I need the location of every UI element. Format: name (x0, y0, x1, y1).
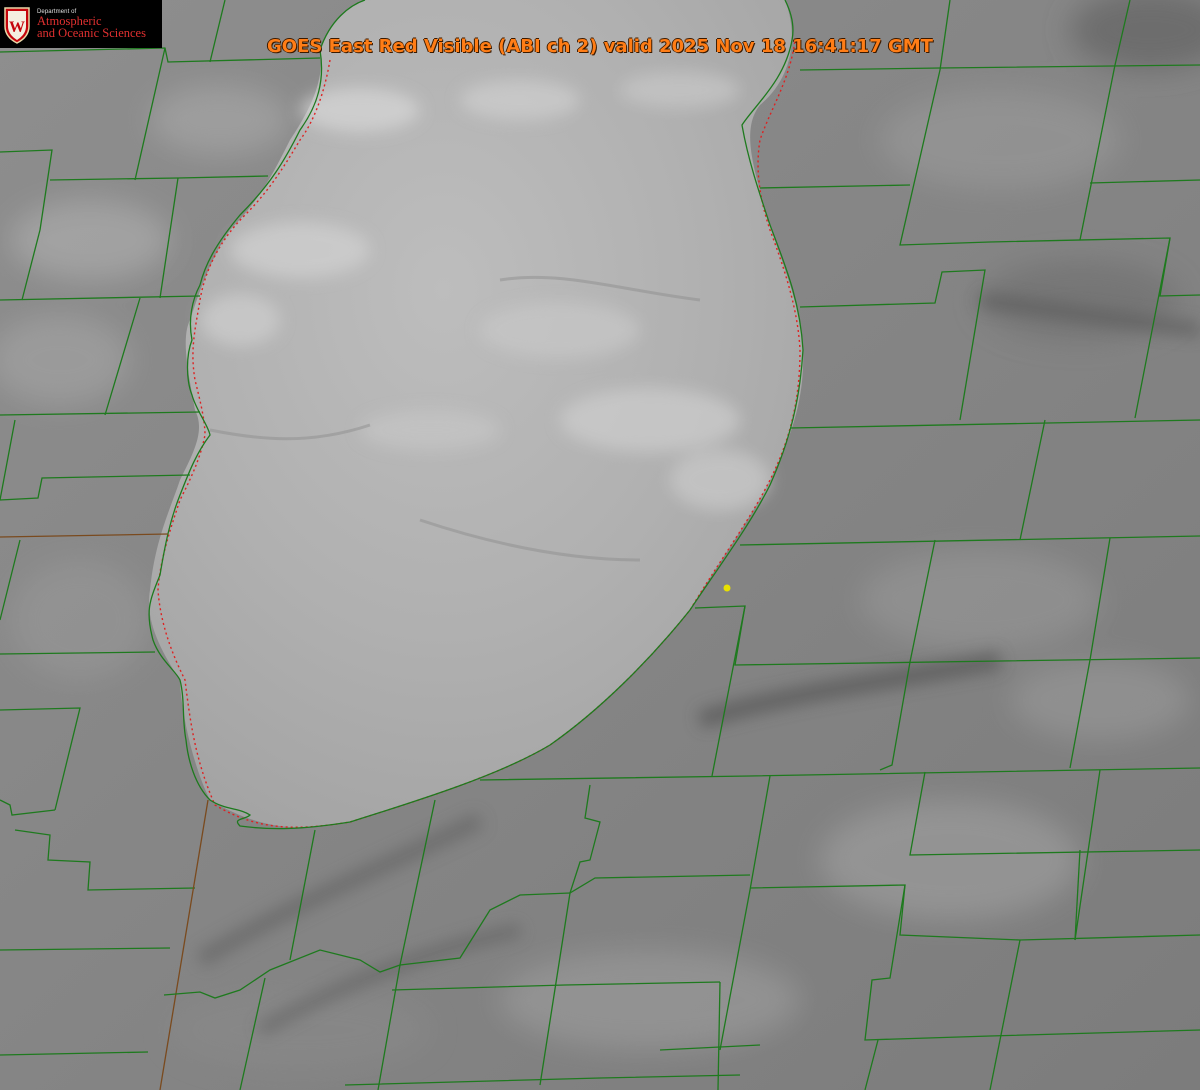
location-marker-icon (723, 584, 731, 592)
uw-crest-icon: W (4, 7, 30, 44)
satellite-map (0, 0, 1200, 1090)
logo-text: Department of Atmospheric and Oceanic Sc… (37, 9, 146, 40)
logo-line2: and Oceanic Sciences (37, 26, 146, 40)
svg-text:W: W (9, 19, 25, 36)
aos-logo: W Department of Atmospheric and Oceanic … (0, 0, 162, 48)
